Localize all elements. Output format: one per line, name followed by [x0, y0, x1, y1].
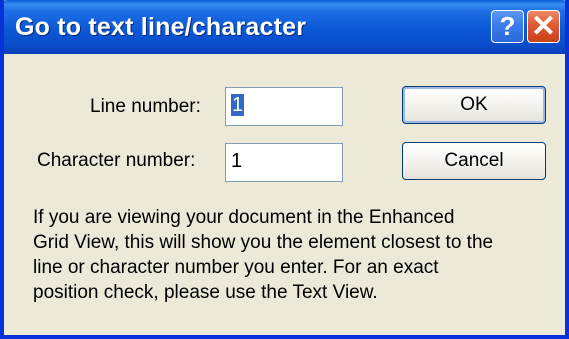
line-number-input[interactable]: 1 [225, 87, 343, 126]
line-number-label: Line number: [90, 96, 201, 117]
question-mark-icon: ? [499, 11, 516, 41]
help-button[interactable]: ? [491, 10, 524, 43]
character-number-label: Character number: [37, 150, 196, 171]
character-number-value: 1 [231, 150, 243, 172]
info-text: If you are viewing your document in the … [33, 205, 553, 305]
character-number-input[interactable]: 1 [225, 143, 343, 182]
dialog-title: Go to text line/character [15, 13, 307, 41]
close-button[interactable]: ✕ [527, 10, 560, 43]
close-icon: ✕ [530, 10, 557, 43]
info-line: position check, please use the Text View… [33, 282, 378, 303]
cancel-button[interactable]: Cancel [402, 142, 546, 180]
info-line: Grid View, this will show you the elemen… [33, 232, 494, 253]
goto-dialog: Go to text line/character ? ✕ Line numbe… [0, 0, 569, 339]
info-line: line or character number you enter. For … [33, 257, 439, 278]
ok-button[interactable]: OK [402, 86, 546, 124]
info-line: If you are viewing your document in the … [33, 207, 455, 228]
title-bar[interactable]: Go to text line/character ? ✕ [4, 0, 565, 54]
line-number-value: 1 [231, 94, 245, 116]
